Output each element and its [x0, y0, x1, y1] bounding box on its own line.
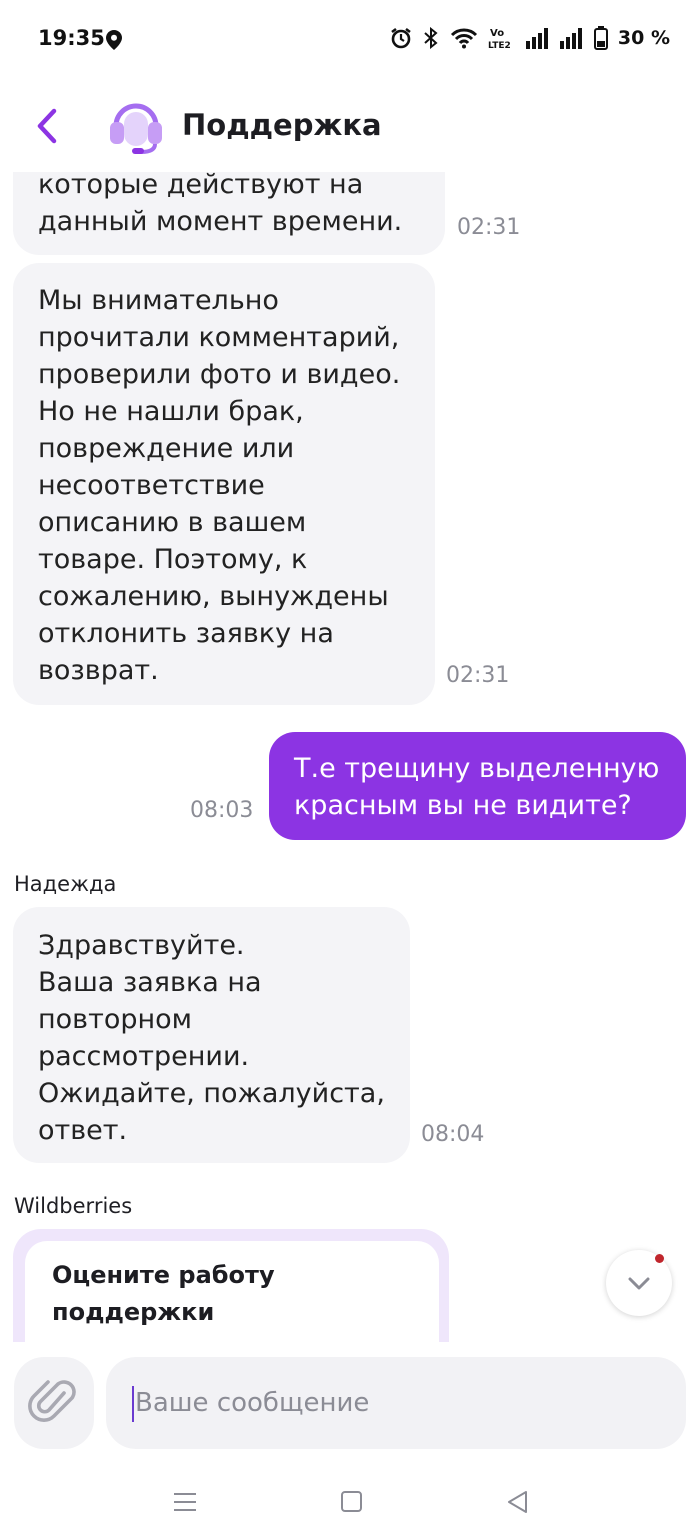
text-caret [132, 1386, 134, 1422]
message-sender: Надежда [14, 872, 117, 896]
message-text: Мы внимательно прочитали комментарий, пр… [38, 285, 401, 686]
message-bubble-incoming: Мы внимательно прочитали комментарий, пр… [13, 263, 435, 705]
message-text: Т.е трещину выделенную красным вы не вид… [294, 753, 660, 821]
message-text: которые действуют на данный момент време… [38, 172, 403, 237]
unread-dot [655, 1254, 664, 1263]
rating-card-title: Оцените работу поддержки [52, 1261, 275, 1326]
svg-text:Vo: Vo [490, 28, 504, 39]
message-bubble-incoming: которые действуют на данный момент време… [13, 172, 445, 255]
headset-icon [110, 103, 162, 154]
message-sender: Wildberries [14, 1194, 133, 1218]
message-time: 08:04 [421, 1122, 485, 1147]
home-icon[interactable] [340, 1488, 364, 1516]
chevron-left-icon[interactable] [30, 106, 66, 146]
message-time: 08:03 [190, 798, 254, 823]
signal-icon [525, 28, 548, 49]
menu-icon[interactable] [173, 1488, 197, 1516]
paperclip-icon [28, 1380, 76, 1422]
wifi-icon [450, 28, 477, 49]
status-bar: 19:35 Vo LTE2 30 % [0, 0, 700, 80]
location-icon [106, 30, 122, 50]
bluetooth-icon [424, 27, 438, 49]
signal-icon [559, 28, 582, 49]
page-title: Поддержка [182, 108, 382, 142]
message-bubble-incoming: Здравствуйте. Ваша заявка на повторном р… [13, 907, 410, 1163]
message-bubble-outgoing: Т.е трещину выделенную красным вы не вид… [269, 732, 686, 840]
status-icons: Vo LTE2 30 % [390, 26, 670, 50]
message-time: 02:31 [457, 215, 521, 240]
battery-percent: 30 % [617, 27, 670, 49]
status-time: 19:35 [38, 26, 105, 50]
back-icon[interactable] [506, 1488, 530, 1516]
message-time: 02:31 [446, 663, 510, 688]
message-text: Здравствуйте. Ваша заявка на повторном р… [38, 930, 385, 1146]
alarm-icon [391, 27, 411, 49]
chat-messages[interactable]: которые действуют на данный момент време… [0, 172, 700, 1342]
battery-icon [593, 26, 608, 50]
attach-button[interactable] [14, 1357, 94, 1449]
message-input[interactable] [106, 1357, 686, 1449]
svg-text:LTE2: LTE2 [488, 41, 511, 50]
volte-icon: Vo LTE2 [488, 28, 511, 50]
